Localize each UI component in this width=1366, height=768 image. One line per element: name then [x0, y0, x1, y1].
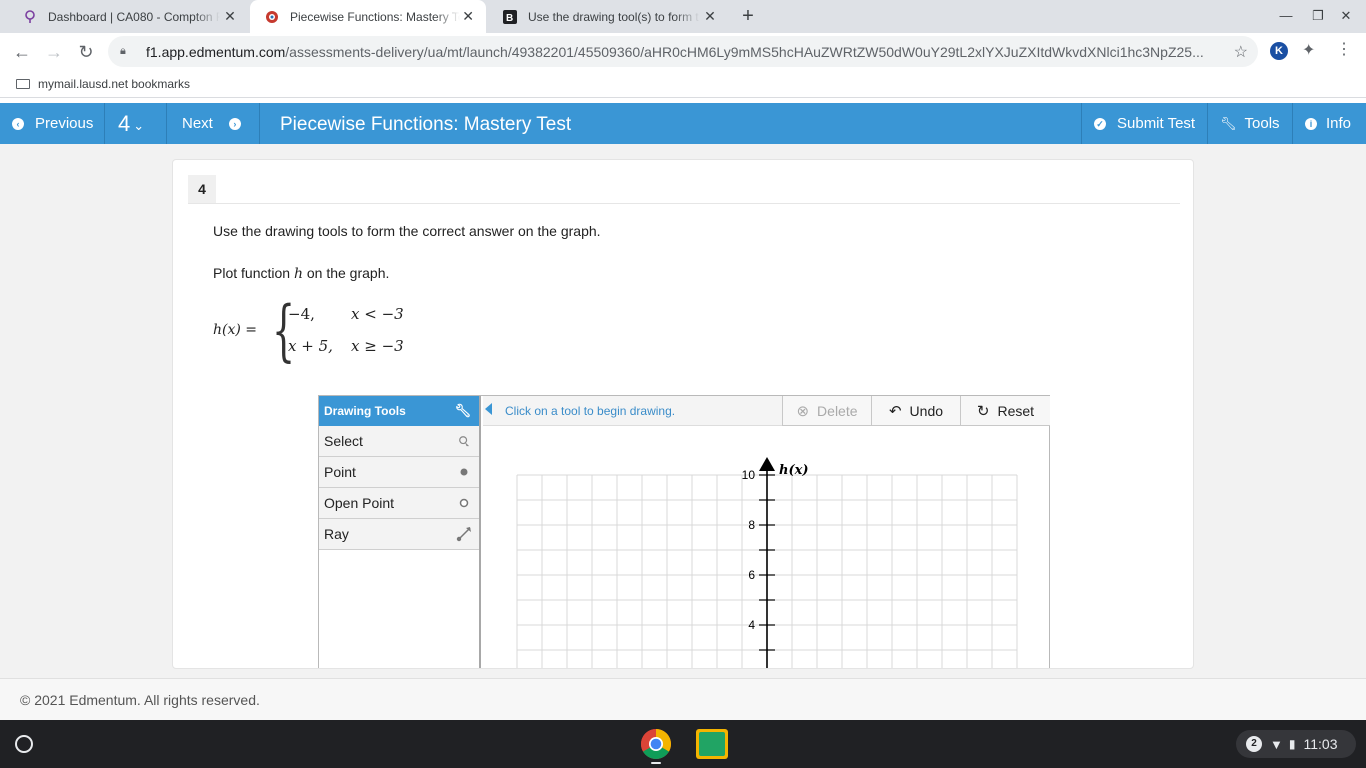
case2-condition: x ≥ −3 [351, 337, 404, 355]
edmentum-icon [264, 9, 280, 25]
restore-button[interactable]: ❐ [1308, 6, 1328, 26]
tab-brainly[interactable]: B Use the drawing tool(s) to form t ✕ [488, 0, 728, 33]
info-button[interactable]: i Info [1305, 103, 1351, 144]
drawing-tools-panel: Drawing Tools 🔧︎ Select Point Open Point… [319, 396, 481, 668]
folder-icon [16, 78, 30, 89]
y-tick-label: 10 [742, 468, 756, 482]
tools-label: Tools [1244, 115, 1280, 132]
ray-icon [456, 527, 471, 542]
drawing-hint: Click on a tool to begin drawing. [505, 404, 676, 418]
tool-select[interactable]: Select [319, 426, 479, 457]
case2-value: x + 5, [288, 337, 333, 355]
bulb-icon [22, 9, 38, 25]
browser-tab-strip: Dashboard | CA080 - Compton F ✕ Piecewis… [0, 0, 1366, 33]
previous-button[interactable]: ‹ Previous [12, 103, 104, 144]
tools-button[interactable]: 🔧︎ Tools [1220, 103, 1280, 144]
tool-point[interactable]: Point [319, 457, 479, 488]
close-tab-icon[interactable]: ✕ [222, 8, 238, 25]
bookmarks-bar: mymail.lausd.net bookmarks [0, 70, 1366, 98]
case1-condition: x < −3 [351, 305, 404, 323]
function-lhs: h(x) = [213, 322, 258, 338]
y-tick-label: 8 [748, 518, 755, 532]
system-tray[interactable]: 2 ▼ ▮ 11:03 [1236, 730, 1356, 758]
question-prompt: Plot function h on the graph. [213, 265, 390, 282]
close-tab-icon[interactable]: ✕ [460, 8, 476, 25]
drawing-tools-header: Drawing Tools 🔧︎ [319, 396, 479, 426]
chrome-icon[interactable] [640, 728, 672, 760]
tab-title: Use the drawing tool(s) to form t [528, 9, 699, 24]
tab-dashboard[interactable]: Dashboard | CA080 - Compton F ✕ [8, 0, 248, 33]
drawing-widget: Drawing Tools 🔧︎ Select Point Open Point… [318, 395, 1050, 669]
bookmark-folder-label[interactable]: mymail.lausd.net bookmarks [38, 77, 190, 91]
graph-canvas[interactable]: h(x) 10 8 6 4 [483, 427, 1049, 669]
brainly-icon: B [502, 9, 518, 25]
wifi-icon: ▼ [1270, 736, 1283, 752]
chevron-down-icon: ⌄ [133, 117, 145, 133]
url-bar[interactable]: 🔒︎ f1.app.edmentum.com /assessments-deli… [108, 36, 1258, 67]
submit-test-button[interactable]: ✓ Submit Test [1094, 103, 1195, 144]
minimize-button[interactable]: — [1276, 6, 1296, 26]
collapse-tools-icon[interactable] [485, 403, 492, 415]
forward-arrow-icon[interactable]: → [42, 40, 66, 64]
wrench-icon: 🔧︎ [1220, 115, 1237, 131]
reload-icon[interactable]: ↻ [74, 40, 98, 64]
close-window-button[interactable]: ✕ [1336, 6, 1356, 26]
close-tab-icon[interactable]: ✕ [702, 8, 718, 25]
test-title: Piecewise Functions: Mastery Test [280, 114, 572, 135]
tab-title: Piecewise Functions: Mastery Te [290, 9, 461, 24]
launcher-icon[interactable] [15, 735, 33, 753]
new-tab-button[interactable]: + [736, 4, 760, 28]
point-icon [460, 468, 468, 476]
delete-x-icon: ⊗ [796, 402, 810, 420]
info-circle-icon: i [1305, 117, 1317, 130]
extensions-puzzle-icon[interactable]: ✦ [1302, 40, 1315, 60]
case1-value: −4, [288, 305, 315, 323]
previous-label: Previous [35, 115, 94, 132]
more-menu-icon[interactable]: ⋮ [1336, 39, 1352, 59]
arrow-right-circle-icon: › [228, 117, 241, 130]
svg-text:B: B [506, 13, 513, 24]
url-path: /assessments-delivery/ua/mt/launch/49382… [285, 43, 1204, 60]
delete-button[interactable]: ⊗ Delete [782, 396, 871, 426]
tool-open-point[interactable]: Open Point [319, 488, 479, 519]
open-point-icon [459, 498, 469, 508]
test-toolbar: ‹ Previous 4 ⌄ Next › Piecewise Function… [0, 103, 1366, 144]
wrench-icon: 🔧︎ [454, 403, 471, 418]
address-toolbar: ← → ↻ 🔒︎ f1.app.edmentum.com /assessment… [0, 33, 1366, 70]
y-tick-label: 6 [748, 568, 755, 582]
question-card: 4 Use the drawing tools to form the corr… [172, 159, 1194, 669]
back-arrow-icon[interactable]: ← [10, 40, 34, 64]
extension-k-icon[interactable]: K [1270, 42, 1288, 60]
footer-copyright: © 2021 Edmentum. All rights reserved. [0, 678, 1366, 720]
y-axis-arrow-icon [759, 457, 775, 471]
classroom-icon[interactable] [696, 729, 728, 759]
check-circle-icon: ✓ [1094, 117, 1106, 130]
y-tick-label: 4 [748, 618, 755, 632]
undo-button[interactable]: ↶ Undo [871, 396, 960, 426]
arrow-left-circle-icon: ‹ [12, 117, 24, 130]
reset-icon: ↻ [976, 402, 990, 420]
reset-button[interactable]: ↻ Reset [960, 396, 1050, 426]
url-host: f1.app.edmentum.com [146, 43, 286, 60]
submit-test-label: Submit Test [1117, 115, 1196, 132]
lock-icon: 🔒︎ [120, 45, 126, 57]
notification-count: 2 [1246, 736, 1262, 752]
next-button[interactable]: Next › [182, 103, 260, 144]
tab-piecewise[interactable]: Piecewise Functions: Mastery Te ✕ [250, 0, 486, 33]
question-selector[interactable]: 4 ⌄ [118, 103, 158, 144]
select-cursor-icon [459, 436, 470, 447]
tool-ray[interactable]: Ray [319, 519, 479, 550]
tab-title: Dashboard | CA080 - Compton F [48, 9, 220, 24]
y-axis-label: h(x) [779, 463, 809, 478]
clock: 11:03 [1303, 736, 1338, 752]
star-icon[interactable]: ☆ [1234, 42, 1248, 62]
question-number-badge: 4 [188, 175, 216, 203]
undo-icon: ↶ [888, 402, 902, 420]
next-label: Next [182, 115, 213, 132]
question-number: 4 [118, 110, 131, 136]
os-shelf [0, 720, 1366, 768]
battery-icon: ▮ [1288, 737, 1296, 751]
info-label: Info [1326, 115, 1352, 132]
question-instruction: Use the drawing tools to form the correc… [213, 223, 601, 239]
